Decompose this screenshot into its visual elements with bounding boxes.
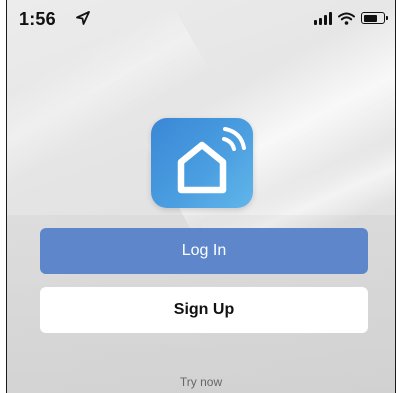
signup-button[interactable]: Sign Up xyxy=(40,287,368,333)
status-bar: 1:56 xyxy=(7,0,395,40)
status-time: 1:56 xyxy=(19,9,56,29)
signal-bars-icon xyxy=(314,11,332,25)
try-now-link[interactable]: Try now xyxy=(7,375,395,389)
app-logo xyxy=(151,118,253,208)
phone-screen: 1:56 Log In Sign Up Try now xyxy=(6,0,396,393)
login-button[interactable]: Log In xyxy=(40,228,368,274)
smart-home-icon xyxy=(177,127,246,194)
location-arrow-icon xyxy=(76,11,90,25)
login-button-label: Log In xyxy=(181,242,227,259)
status-icons xyxy=(314,11,388,25)
wifi-icon xyxy=(338,12,355,25)
battery-icon xyxy=(361,12,388,24)
signup-button-label: Sign Up xyxy=(173,301,235,318)
